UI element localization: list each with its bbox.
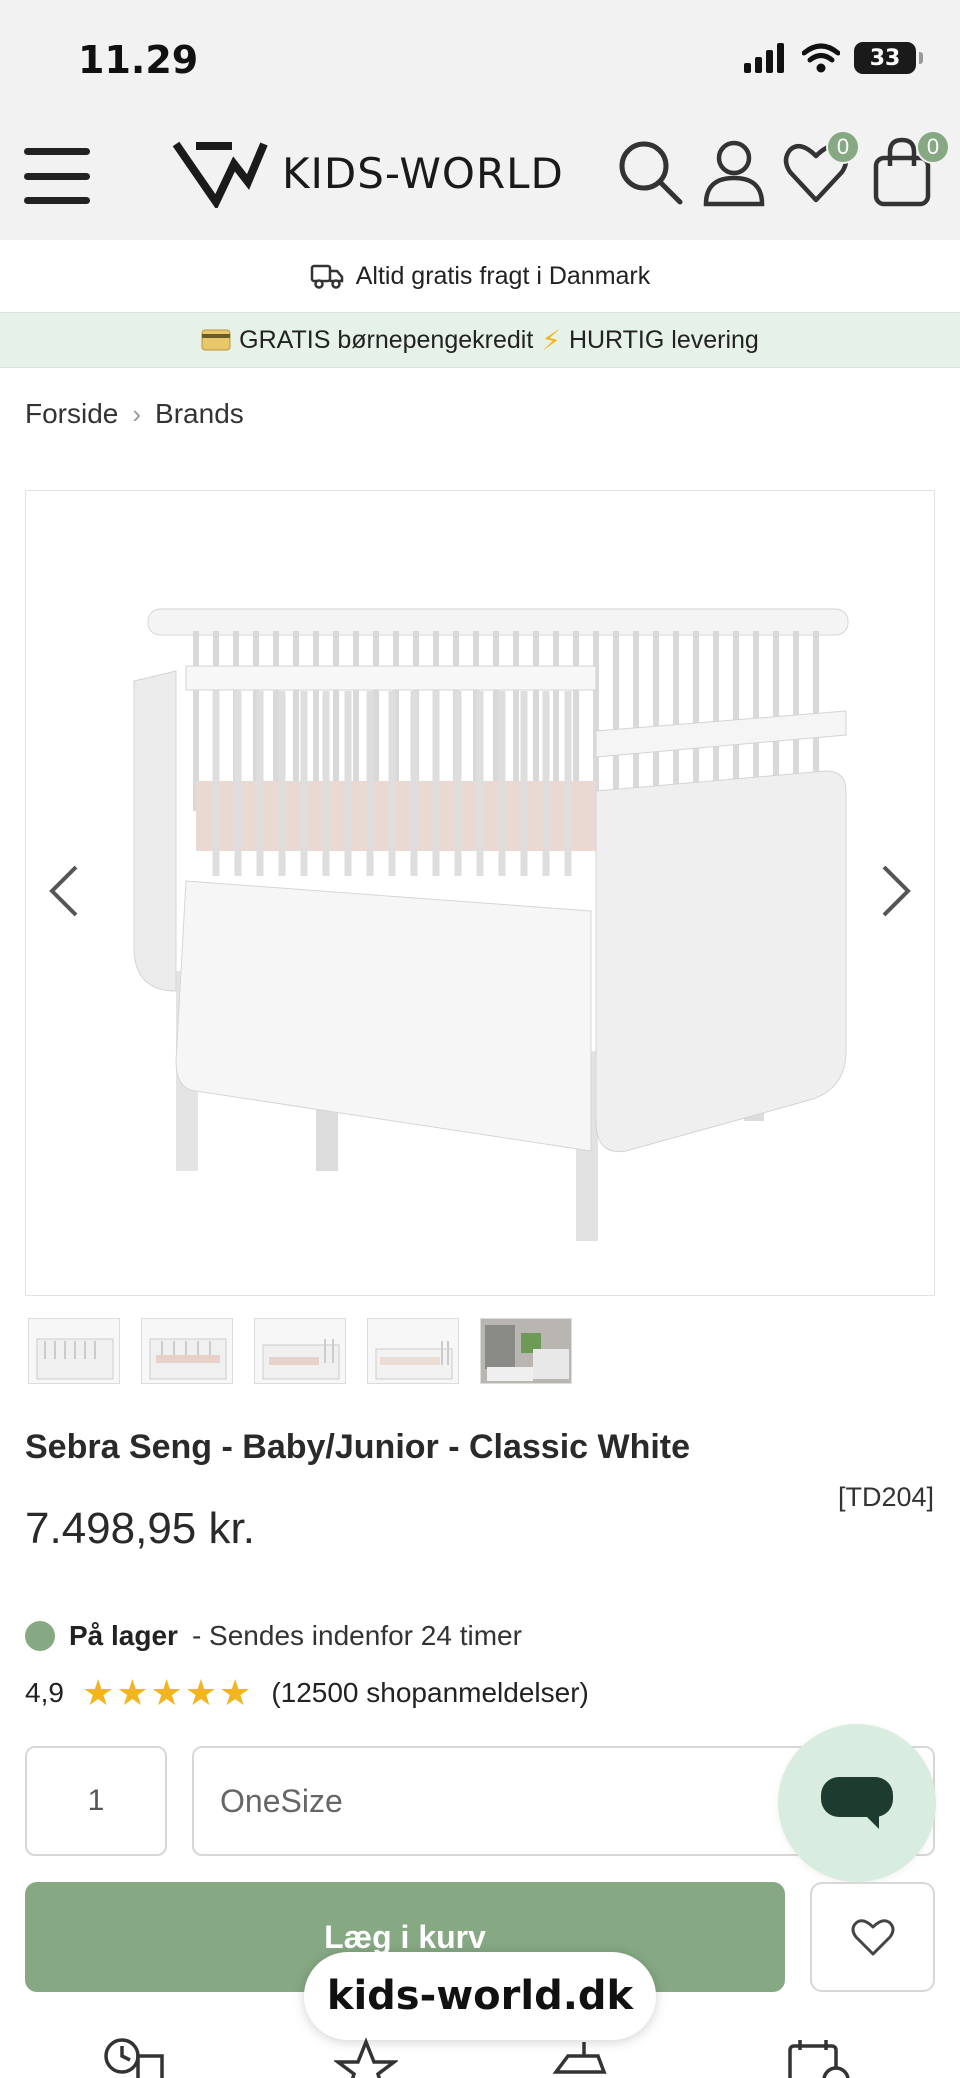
product-title: Sebra Seng - Baby/Junior - Classic White (25, 1428, 691, 1466)
shipping-text: Altid gratis fragt i Danmark (355, 261, 651, 290)
browser-url-bar[interactable]: kids-world.dk (304, 1952, 656, 2040)
shop-rating[interactable]: 4,9 ★★★★★ (12500 shopanmeldelser) (25, 1672, 589, 1714)
heart-icon (851, 1919, 894, 1956)
product-image (133, 608, 849, 1241)
product-price: 7.498,95 kr. (25, 1504, 255, 1553)
stock-indicator-dot (25, 1621, 55, 1651)
stroller-icon[interactable] (548, 2036, 612, 2078)
stock-note: - Sendes indenfor 24 timer (191, 1620, 522, 1651)
star-icon[interactable] (334, 2036, 398, 2078)
chat-button[interactable] (778, 1724, 936, 1882)
product-image-gallery[interactable] (25, 490, 935, 1296)
cart-button[interactable]: 0 (870, 130, 950, 208)
chevron-right-icon[interactable] (876, 861, 916, 921)
search-icon[interactable] (614, 136, 686, 208)
logo[interactable]: KIDS-WORLD (172, 138, 564, 208)
promo-text-2: HURTIG levering (568, 325, 759, 354)
calendar-icon[interactable] (786, 2036, 850, 2078)
wishlist-button[interactable]: 0 (780, 130, 860, 208)
rating-stars-icon: ★★★★★ (81, 1672, 254, 1713)
size-value: OneSize (220, 1782, 343, 1819)
site-header: KIDS-WORLD 0 0 (0, 110, 960, 240)
logo-text: KIDS-WORLD (282, 148, 564, 198)
status-time: 11.29 (78, 38, 199, 82)
delivery-clock-icon[interactable] (102, 2036, 166, 2078)
bottom-navigation (0, 2030, 960, 2078)
thumbnail[interactable] (28, 1318, 120, 1384)
product-sku: [TD204] (837, 1482, 934, 1512)
add-to-wishlist-button[interactable] (810, 1882, 935, 1992)
chevron-left-icon[interactable] (44, 861, 84, 921)
status-icons: 33 (744, 42, 923, 74)
cart-count-badge: 0 (916, 130, 950, 164)
thumbnail[interactable] (141, 1318, 233, 1384)
promo-banner: GRATIS børnepengekredit ⚡ HURTIG leverin… (0, 312, 960, 368)
thumbnail[interactable] (480, 1318, 572, 1384)
breadcrumb: Forside › Brands (25, 398, 244, 430)
breadcrumb-home[interactable]: Forside (25, 398, 118, 430)
rating-count: (12500 shopanmeldelser) (271, 1677, 589, 1708)
promo-text-1: GRATIS børnepengekredit (239, 325, 534, 354)
stock-status: På lager - Sendes indenfor 24 timer (25, 1620, 522, 1652)
truck-icon (310, 264, 343, 289)
kids-world-logo-mark (172, 141, 268, 208)
thumbnail-strip (28, 1318, 572, 1384)
stock-label: På lager (69, 1620, 178, 1651)
thumbnail[interactable] (367, 1318, 459, 1384)
wifi-icon (802, 43, 840, 73)
thumbnail[interactable] (254, 1318, 346, 1384)
chevron-right-icon: › (132, 398, 142, 429)
quantity-input[interactable]: 1 (25, 1746, 167, 1856)
menu-icon[interactable] (24, 148, 90, 204)
lightning-icon: ⚡ (541, 324, 561, 356)
shipping-banner: Altid gratis fragt i Danmark (0, 240, 960, 312)
status-bar: 11.29 33 (0, 0, 960, 110)
rating-value: 4,9 (25, 1677, 64, 1708)
credit-card-icon (201, 329, 231, 351)
user-icon[interactable] (698, 136, 770, 208)
battery-indicator: 33 (854, 42, 923, 74)
breadcrumb-brands[interactable]: Brands (155, 398, 244, 430)
chat-bubble-icon (821, 1777, 893, 1829)
wishlist-count-badge: 0 (826, 130, 860, 164)
signal-icon (744, 43, 784, 73)
